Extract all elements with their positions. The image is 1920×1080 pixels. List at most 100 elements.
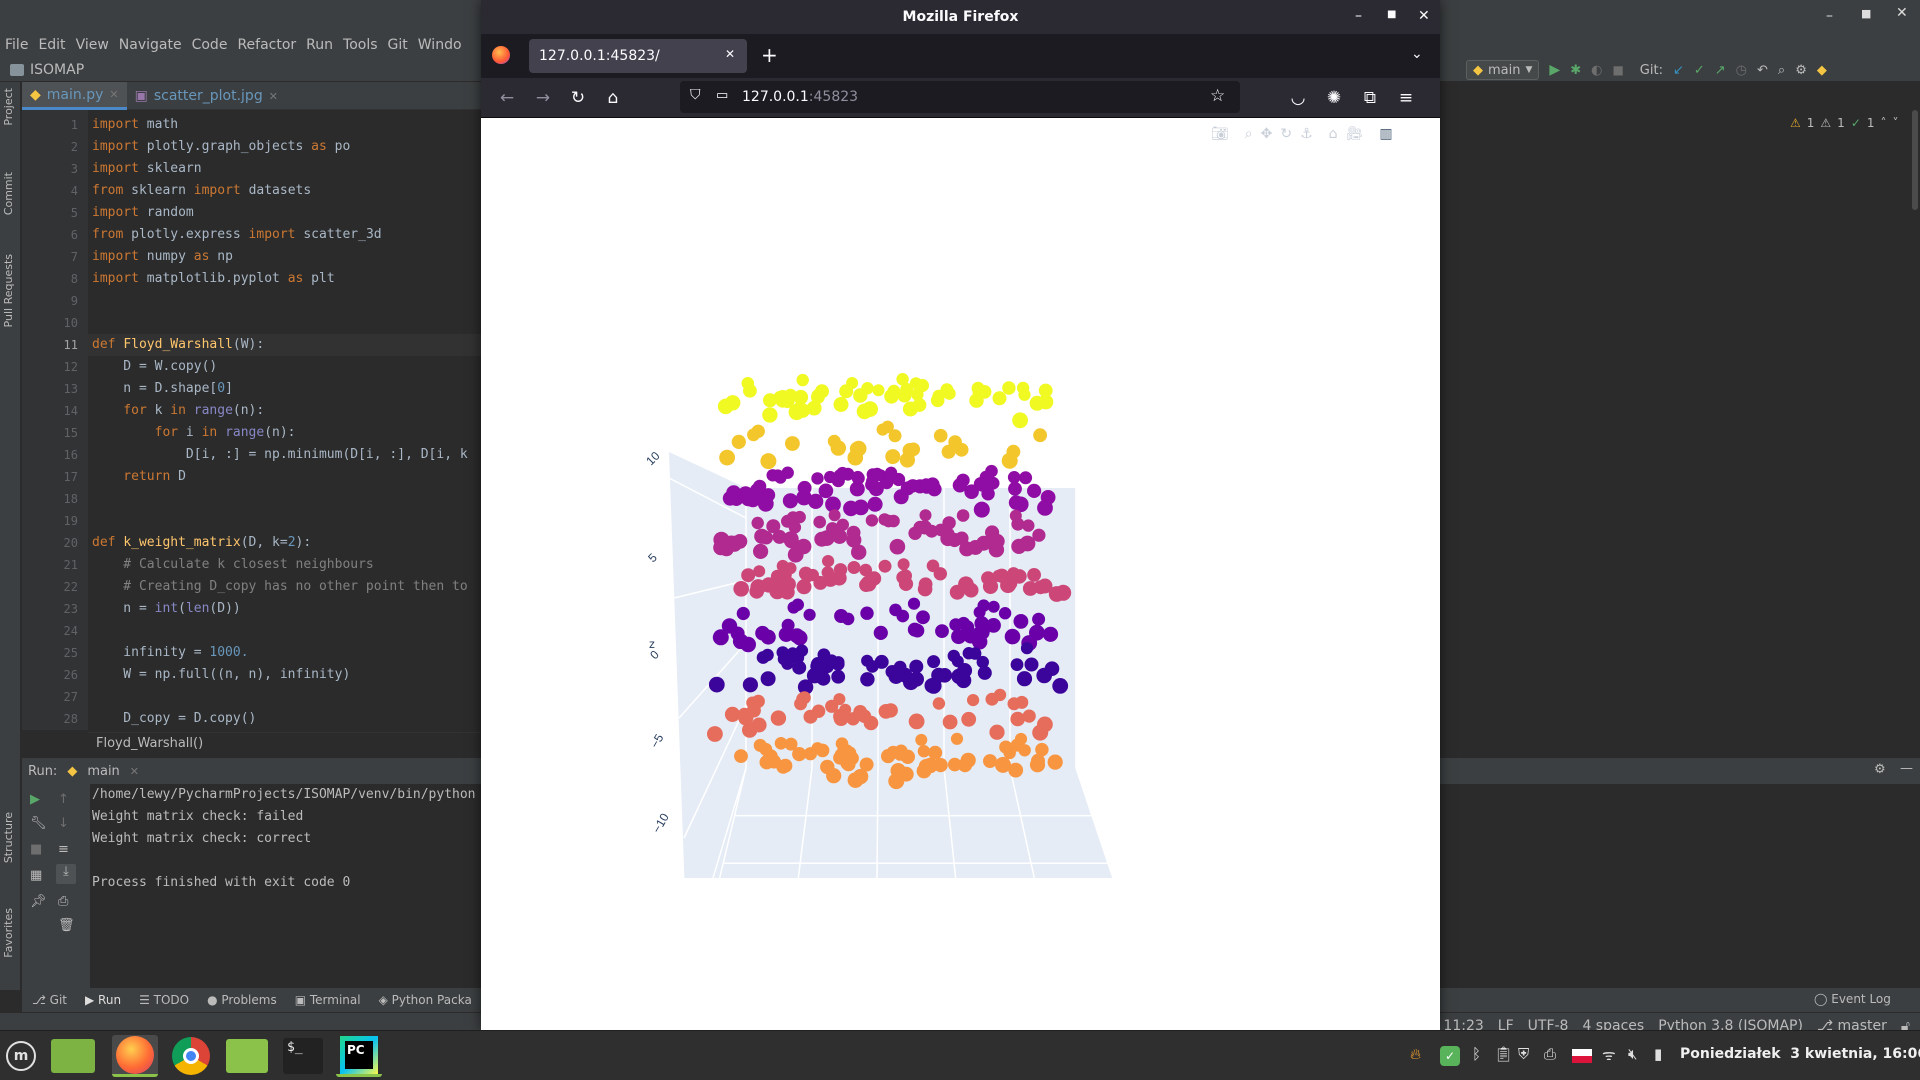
favorites-tool-tab[interactable]: Favorites — [2, 908, 15, 958]
trash-icon[interactable]: 🗑︎ — [58, 918, 75, 933]
bookmark-star-icon[interactable]: ☆ — [1210, 86, 1225, 106]
run-console[interactable]: /home/lewy/PycharmProjects/ISOMAP/venv/b… — [90, 784, 482, 988]
browser-tab[interactable]: 127.0.0.1:45823/ ✕ — [529, 39, 747, 73]
bottom-tab-todo[interactable]: ☰ TODO — [139, 993, 189, 1007]
close-tab-icon[interactable]: ✕ — [269, 90, 278, 103]
history-icon[interactable]: ◷ — [1736, 63, 1747, 78]
orbit-icon[interactable]: ↻ — [1280, 126, 1292, 142]
stop-icon[interactable]: ■ — [30, 842, 42, 857]
maximize-icon[interactable]: ■ — [1861, 7, 1871, 20]
home-icon[interactable]: ⌂ — [601, 86, 625, 110]
bottom-tab-terminal[interactable]: ▣ Terminal — [295, 993, 361, 1007]
firefox-app-icon[interactable] — [112, 1035, 158, 1077]
back-icon[interactable]: ← — [495, 86, 519, 110]
search-icon[interactable]: ⌕ — [1778, 63, 1785, 78]
chevron-down-icon[interactable]: ˅ — [1893, 116, 1899, 130]
close-tab-icon[interactable]: ✕ — [130, 765, 139, 778]
clipboard-icon[interactable]: 📋︎ — [1494, 1045, 1513, 1063]
url-bar[interactable]: ⛉ ▭ 127.0.0.1:45823 ☆ — [680, 81, 1240, 113]
reset-camera-icon[interactable]: 🎥︎ — [1346, 126, 1364, 142]
bluetooth-icon[interactable]: ᛒ — [1472, 1045, 1481, 1063]
scroll-to-end-icon[interactable]: ⤓ — [56, 864, 76, 884]
pycharm-app-icon[interactable]: PC — [336, 1035, 382, 1077]
menu-git[interactable]: Git — [383, 37, 413, 53]
extensions-icon[interactable]: ⧉ — [1358, 86, 1382, 110]
project-tool-tab[interactable]: Project — [2, 88, 15, 126]
soft-wrap-icon[interactable]: ≡ — [58, 842, 69, 857]
home-icon[interactable]: ⌂ — [1329, 126, 1338, 142]
gear-icon[interactable]: ⚙ — [1795, 63, 1807, 78]
menu-edit[interactable]: Edit — [33, 37, 70, 53]
inspection-widget[interactable]: ⚠ 1 ⚠ 1 ✓ 1 ˄ ˅ — [1790, 116, 1899, 130]
wrench-icon[interactable]: 🔧︎ — [30, 816, 47, 831]
keyboard-layout-flag-icon[interactable] — [1572, 1049, 1592, 1063]
commit-tool-tab[interactable]: Commit — [2, 172, 15, 215]
tab-main-py[interactable]: ◆ main.py ✕ — [22, 82, 127, 110]
shield-tray-icon[interactable]: ⛨ — [1518, 1045, 1529, 1063]
turntable-icon[interactable]: ⚓ — [1300, 126, 1313, 142]
run-tab-main[interactable]: main — [87, 764, 119, 779]
bottom-tab-python-packages[interactable]: ◈ Python Packa — [379, 993, 472, 1007]
files-app-icon[interactable] — [50, 1035, 96, 1077]
event-log[interactable]: ◯ Event Log — [1814, 992, 1891, 1006]
layout-icon[interactable]: ▦ — [30, 868, 42, 883]
rollback-icon[interactable]: ↶ — [1757, 63, 1768, 78]
bottom-tab-problems[interactable]: ● Problems — [207, 993, 277, 1007]
volume-mute-icon[interactable]: 🔇︎ — [1628, 1045, 1637, 1063]
pan-icon[interactable]: ✥ — [1261, 126, 1273, 142]
coverage-icon[interactable]: ◐ — [1591, 63, 1602, 78]
menu-refactor[interactable]: Refactor — [232, 37, 301, 53]
git-commit-icon[interactable]: ✓ — [1694, 63, 1705, 78]
bottom-tab-run[interactable]: ▶ Run — [85, 993, 121, 1007]
code-editor[interactable]: import math import plotly.graph_objects a… — [88, 110, 483, 730]
shield-icon[interactable]: ⛉ — [690, 87, 701, 103]
project-name[interactable]: ISOMAP — [30, 62, 84, 78]
file-manager-app-icon[interactable] — [224, 1035, 270, 1077]
update-tray-icon[interactable]: ✓ — [1440, 1046, 1460, 1066]
close-tab-icon[interactable]: ✕ — [109, 88, 118, 101]
pocket-icon[interactable]: ◡ — [1286, 86, 1310, 110]
minimize-icon[interactable]: – — [1826, 8, 1833, 24]
tab-scatter-plot-jpg[interactable]: ▣ scatter_plot.jpg ✕ — [127, 82, 286, 110]
stop-icon[interactable]: ■ — [1612, 63, 1623, 77]
terminal-app-icon[interactable]: $_ — [280, 1035, 326, 1077]
structure-tool-tab[interactable]: Structure — [2, 812, 15, 863]
forward-icon[interactable]: → — [531, 86, 555, 110]
close-icon[interactable]: ✕ — [1418, 8, 1430, 24]
down-icon[interactable]: ↓ — [58, 816, 69, 831]
new-tab-icon[interactable]: + — [761, 43, 778, 67]
scatter-3d-plot[interactable]: 1050−5−10z05101520y−10−50510x — [641, 318, 1281, 878]
plugin-icon[interactable]: ◆ — [1817, 63, 1827, 78]
maximize-icon[interactable]: ■ — [1387, 9, 1396, 20]
menu-tools[interactable]: Tools — [338, 37, 383, 53]
reload-icon[interactable]: ↻ — [566, 86, 590, 110]
run-icon[interactable]: ▶ — [1549, 62, 1560, 78]
close-tab-icon[interactable]: ✕ — [725, 47, 735, 61]
debug-icon[interactable]: ✱ — [1570, 63, 1581, 78]
pull-requests-tool-tab[interactable]: Pull Requests — [2, 254, 15, 327]
bottom-tab-git[interactable]: ⎇ Git — [32, 993, 67, 1007]
addon-icon[interactable]: ✺ — [1322, 86, 1346, 110]
minimize-icon[interactable]: – — [1355, 8, 1362, 24]
camera-icon[interactable]: 📷︎ — [1211, 126, 1229, 142]
menu-navigate[interactable]: Navigate — [114, 37, 187, 53]
chevron-up-icon[interactable]: ˄ — [1881, 116, 1887, 130]
close-icon[interactable]: ✕ — [1896, 5, 1908, 21]
rerun-icon[interactable]: ▶ — [30, 792, 40, 807]
printer-icon[interactable]: ⎙ — [1544, 1045, 1556, 1063]
flame-tray-icon[interactable]: 🔥︎ — [1410, 1045, 1421, 1063]
gear-icon[interactable]: ⚙ — [1874, 762, 1886, 777]
list-tabs-icon[interactable]: ⌄ — [1411, 46, 1423, 62]
chrome-app-icon[interactable] — [168, 1035, 214, 1077]
battery-icon[interactable]: ▮ — [1654, 1045, 1662, 1063]
menu-code[interactable]: Code — [187, 37, 233, 53]
menu-view[interactable]: View — [71, 37, 114, 53]
clock[interactable]: Poniedziałek 3 kwietnia, 16:06:42 — [1680, 1046, 1920, 1062]
menu-run[interactable]: Run — [301, 37, 338, 53]
hide-panel-icon[interactable]: — — [1900, 761, 1913, 776]
start-menu-icon[interactable]: m — [6, 1041, 36, 1071]
menu-file[interactable]: File — [0, 37, 33, 53]
scrollbar-thumb[interactable] — [1912, 110, 1918, 210]
pin-icon[interactable]: 📌︎ — [30, 894, 47, 909]
plotly-logo-icon[interactable]: ▥ — [1379, 126, 1392, 142]
